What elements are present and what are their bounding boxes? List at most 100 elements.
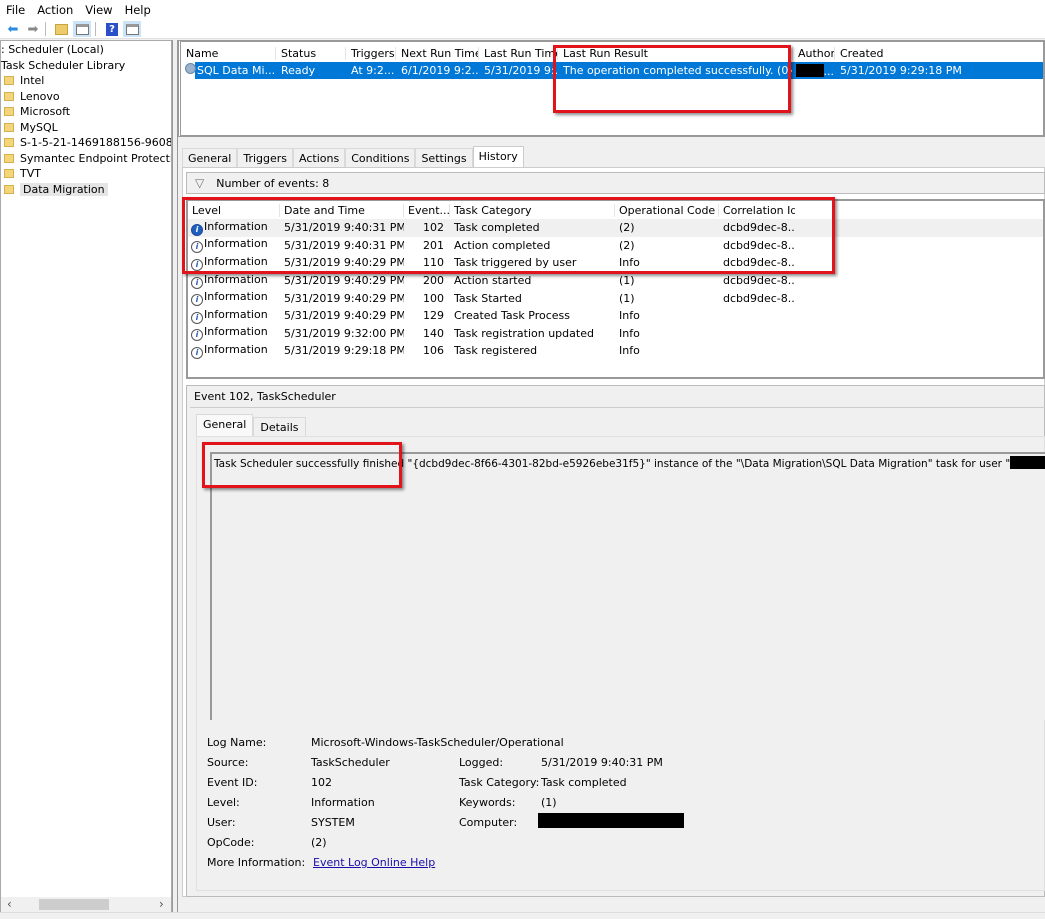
col-task-category[interactable]: Task Category (450, 203, 615, 217)
logged-label: Logged: (459, 756, 504, 769)
col-datetime[interactable]: Date and Time (280, 203, 404, 217)
col-author[interactable]: Author (793, 46, 835, 60)
event-row[interactable]: i Information 5/31/2019 9:40:31 PM 102 Task … (188, 219, 1043, 237)
detail-tab-general[interactable]: General (196, 414, 254, 437)
scroll-right-icon[interactable]: › (159, 897, 164, 911)
event-datetime: 5/31/2019 9:32:00 PM (280, 327, 404, 340)
event-level-text: Information (204, 219, 268, 233)
pane-splitter[interactable] (172, 40, 178, 912)
event-log-online-help-link[interactable]: Event Log Online Help (313, 856, 435, 869)
tree-folder-data-migration[interactable]: Data Migration (1, 182, 171, 198)
event-opcode-text: (1) (619, 274, 635, 288)
redacted-user (1010, 456, 1045, 469)
col-name[interactable]: Name (181, 46, 276, 60)
tree-folder-microsoft[interactable]: Microsoft (1, 104, 171, 120)
up-folder-icon[interactable] (52, 21, 70, 37)
tree-folder-intel[interactable]: Intel (1, 73, 171, 89)
event-row[interactable]: i Information 5/31/2019 9:40:31 PM 201 Actio… (188, 237, 1043, 255)
event-level: i Information (188, 308, 280, 324)
filter-icon[interactable]: ▽ (195, 176, 204, 190)
event-category-text: Action completed (454, 238, 551, 252)
scroll-left-icon[interactable]: ‹ (7, 897, 12, 911)
tab-conditions[interactable]: Conditions (345, 148, 416, 169)
event-level-text: Information (204, 237, 268, 251)
event-category-text: Action started (454, 274, 532, 288)
help-icon[interactable]: ? (103, 21, 121, 37)
event-category: Task completed (450, 221, 615, 234)
event-row[interactable]: i Information 5/31/2019 9:40:29 PM 100 Task … (188, 289, 1043, 307)
forward-arrow-icon[interactable]: ➡ (24, 21, 42, 37)
event-event-text: 102 (423, 221, 444, 235)
menu-help[interactable]: Help (119, 0, 157, 17)
event-event: 129 (404, 309, 450, 322)
event-correlation-text: dcbd9dec-8... (723, 256, 795, 270)
event-datetime-text: 5/31/2019 9:40:29 PM (284, 256, 404, 270)
back-arrow-icon[interactable]: ⬅ (4, 21, 22, 37)
user-label: User: (207, 816, 236, 829)
event-correlation: dcbd9dec-8... (719, 274, 795, 287)
author-ellipsis: ... (823, 64, 835, 78)
col-opcode[interactable]: Operational Code (615, 203, 719, 217)
tree-folder-lenovo[interactable]: Lenovo (1, 89, 171, 105)
scrollbar-thumb[interactable] (39, 899, 109, 910)
event-row[interactable]: i Information 5/31/2019 9:40:29 PM 129 Creat… (188, 307, 1043, 325)
tab-settings[interactable]: Settings (415, 148, 473, 169)
tab-history[interactable]: History (472, 146, 524, 169)
event-row[interactable]: i Information 5/31/2019 9:40:29 PM 200 Actio… (188, 272, 1043, 290)
event-row[interactable]: i Information 5/31/2019 9:40:29 PM 110 Task … (188, 254, 1043, 272)
task-row[interactable]: SQL Data Mi... Ready At 9:2... 6/1/2019 … (185, 62, 1043, 79)
event-level: i Information (188, 343, 280, 359)
col-triggers[interactable]: Triggers (346, 46, 396, 60)
source-value: TaskScheduler (311, 756, 390, 769)
task-list-header: Name Status Triggers Next Run Time Last … (181, 44, 1043, 62)
event-datetime-text: 5/31/2019 9:32:00 PM (284, 326, 404, 340)
col-last-result[interactable]: Last Run Result (558, 46, 793, 60)
information-icon: i (191, 311, 203, 324)
event-correlation-text: dcbd9dec-8... (723, 274, 795, 288)
col-status[interactable]: Status (276, 46, 346, 60)
event-row[interactable]: i Information 5/31/2019 9:29:18 PM 106 Task … (188, 342, 1043, 360)
event-message-box[interactable]: Task Scheduler successfully finished "{d… (210, 452, 1045, 720)
col-next-run[interactable]: Next Run Time (396, 46, 479, 60)
tree-library[interactable]: Task Scheduler Library (1, 58, 171, 74)
folder-icon (4, 76, 14, 85)
col-level[interactable]: Level (188, 203, 280, 217)
tab-general[interactable]: General (182, 148, 238, 169)
col-last-run[interactable]: Last Run Time (479, 46, 558, 60)
event-event-text: 129 (423, 309, 444, 323)
task-tabs: General Triggers Actions Conditions Sett… (182, 146, 524, 169)
event-level: i Information (188, 325, 280, 342)
menu-action[interactable]: Action (31, 0, 79, 17)
tab-actions[interactable]: Actions (293, 148, 346, 169)
toolbar: ⬅ ➡ ? (0, 19, 1045, 39)
folder-label: S-1-5-21-1469188156-9608892( (20, 136, 171, 149)
level-label: Level: (207, 796, 240, 809)
event-level: i Information (188, 290, 280, 307)
show-hide-action-pane-icon[interactable] (123, 21, 141, 37)
menu-view[interactable]: View (79, 0, 118, 17)
event-datetime: 5/31/2019 9:40:29 PM (280, 309, 404, 322)
task-category-value: Task completed (541, 776, 627, 789)
event-opcode: Info (615, 344, 719, 357)
col-correlation[interactable]: Correlation Id (719, 204, 795, 217)
tree-folder-symantec[interactable]: Symantec Endpoint Protection (1, 151, 171, 167)
event-level-text: Information (204, 290, 268, 304)
tree-root[interactable]: : Scheduler (Local) (1, 42, 171, 58)
detail-tab-details[interactable]: Details (253, 417, 306, 437)
col-created[interactable]: Created (835, 47, 1035, 60)
information-icon: i (191, 294, 203, 307)
event-category: Task registered (450, 344, 615, 357)
task-author: ... (793, 63, 835, 78)
event-opcode-text: Info (619, 326, 640, 340)
tree-folder-tvt[interactable]: TVT (1, 166, 171, 182)
event-datetime-text: 5/31/2019 9:40:29 PM (284, 274, 404, 288)
show-hide-console-tree-icon[interactable] (73, 21, 91, 37)
event-row[interactable]: i Information 5/31/2019 9:32:00 PM 140 Task … (188, 325, 1043, 343)
tree-folder-mysql[interactable]: MySQL (1, 120, 171, 136)
tree-horizontal-scrollbar[interactable]: ‹ › (1, 897, 171, 912)
menu-file[interactable]: File (0, 0, 31, 17)
tab-triggers[interactable]: Triggers (237, 148, 294, 169)
tree-folder-sid[interactable]: S-1-5-21-1469188156-9608892( (1, 135, 171, 151)
keywords-label: Keywords: (459, 796, 516, 809)
col-event-id[interactable]: Event... (404, 203, 450, 217)
